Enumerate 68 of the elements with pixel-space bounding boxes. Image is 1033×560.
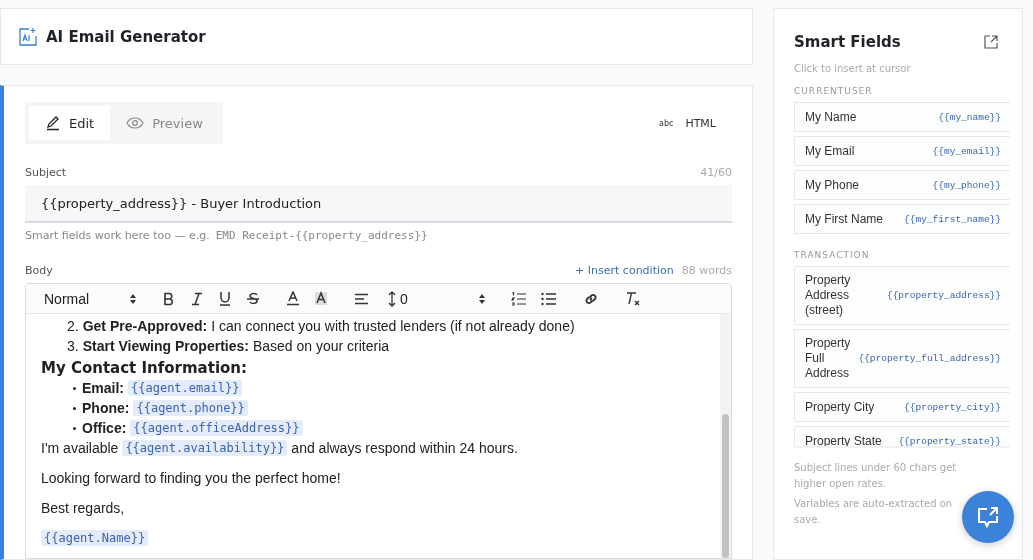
chat-share-icon [976,505,1000,529]
updown-icon [129,292,137,305]
body-text: Looking forward to finding you the perfect home! [41,470,341,486]
bold-text: Get Pre-Approved: [82,318,208,334]
bold-text: Office: [82,420,127,436]
italic-icon [190,291,204,306]
group-heading: TRANSACTION [794,250,871,260]
mode-tab[interactable]: Edit [29,106,111,140]
body-text: I can connect you with trusted lenders (if not already done) [211,318,575,334]
bold-text: Email: [82,380,124,396]
chat-button[interactable] [962,491,1014,543]
panel-subtitle: Click to insert at cursor [794,63,912,74]
body-label: Body [25,264,53,277]
smart-field-item[interactable]: My Name {{my_name}} [794,102,1010,132]
subject-field[interactable]: {{property_address}} - Buyer Introduction [25,185,732,223]
clear-format-icon [625,290,641,307]
bullet-dot [73,386,76,390]
eye-icon [126,115,145,131]
smart-field-item[interactable]: Property City {{property_city}} [794,392,1010,422]
group-heading: CURRENTUSER [794,86,874,96]
text-color-icon [286,291,300,306]
smart-field-item[interactable]: My Phone {{my_phone}} [794,170,1010,200]
bold-icon [162,291,176,306]
tip-text: Subject lines under 60 chars get higher open rates. [794,461,958,491]
strikethrough-icon [246,291,260,306]
tip-text: Variables are auto-extracted on save. [794,497,954,527]
underline-icon [218,291,232,306]
smart-field-item[interactable]: My First Name {{my_first_name}} [794,204,1010,234]
bullet-dot [73,406,76,410]
body-text: Best regards, [41,500,125,516]
align-left-icon [354,292,369,305]
bullet-list-icon [541,291,557,306]
body-text: Based on your criteria [252,338,390,354]
updown-icon [478,292,486,305]
character-counter: 41/60 [700,166,732,179]
hint-text: Smart fields work here too — e.g. [25,229,210,242]
smart-field-tag: {{agent.Name}} [41,530,149,546]
section-heading: My Contact Information: [41,359,248,377]
smart-field-item[interactable]: Property Full Address {{property_full_address}} [794,329,1010,388]
word-count: 88 words [681,264,732,277]
smart-field-tag: {{agent.phone}} [133,400,248,416]
ai-sparkle-icon [18,26,38,47]
smart-field-item[interactable]: Property Address (street) {{property_address}} [794,266,1010,325]
line-height-select[interactable]: 0 [382,286,492,311]
list-number: 3. [67,338,79,354]
insert-condition-link[interactable]: + Insert condition [575,264,674,277]
smart-field-tag: {{agent.availability}} [122,440,288,456]
page-title: AI Email Generator [46,27,206,46]
hint-example: EMD Receipt-{{property_address}} [215,229,428,242]
smart-field-tag: {{agent.officeAddress}} [130,420,303,436]
ordered-list-icon [511,291,527,306]
html-toggle[interactable]: abc HTML [653,115,722,131]
list-number: 2. [67,318,79,334]
bold-text: Start Viewing Properties: [82,338,249,354]
panel-title: Smart Fields [794,33,901,51]
pencil-icon [45,115,61,131]
highlight-icon [314,291,328,306]
smart-field-item[interactable]: My Email {{my_email}} [794,136,1010,166]
block-style-select[interactable]: Normal [38,286,143,311]
body-text: and always respond within 24 hours. [291,440,518,456]
external-link-icon[interactable] [984,35,998,49]
scrollbar[interactable] [720,314,731,558]
body-text: I'm available [41,440,119,456]
bullet-dot [73,426,76,430]
smart-field-tag: {{agent.email}} [128,380,243,396]
line-height-icon [388,290,396,307]
subject-label: Subject [25,166,67,179]
bold-text: Phone: [82,400,130,416]
